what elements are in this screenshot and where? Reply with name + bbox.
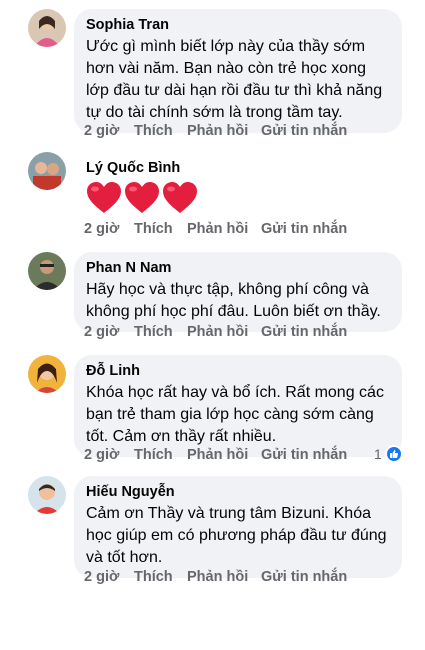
reply-button[interactable]: Phản hồi [187,221,248,237]
comment-time[interactable]: 2 giờ [84,221,119,237]
comment-bubble: Lý Quốc Bình [74,152,402,215]
heart-emoji-group [86,181,390,215]
comment-author[interactable]: Hiếu Nguyễn [86,483,390,501]
comment-time[interactable]: 2 giờ [84,447,119,463]
send-message-button[interactable]: Gửi tin nhắn [261,221,347,237]
reply-button[interactable]: Phản hồi [187,447,248,463]
reaction-summary[interactable]: 1 [374,445,403,463]
avatar[interactable] [28,355,66,393]
comment-text: Ước gì mình biết lớp này của thầy sớm hơ… [86,38,383,121]
comment-author[interactable]: Sophia Tran [86,16,390,34]
comment-author[interactable]: Đỗ Linh [86,362,390,380]
avatar[interactable] [28,9,66,47]
comment-bubble: Đỗ Linh Khóa học rất hay và bổ ích. Rất … [74,355,402,457]
heart-icon [124,181,160,215]
like-button[interactable]: Thích [134,447,173,463]
comment-text: Khóa học rất hay và bổ ích. Rất mong các… [86,384,384,445]
like-button[interactable]: Thích [134,123,173,139]
comment-text: Hãy học và thực tập, không phí công và k… [86,281,381,320]
comment-time[interactable]: 2 giờ [84,569,119,585]
avatar[interactable] [28,476,66,514]
reply-button[interactable]: Phản hồi [187,324,248,340]
comment-time[interactable]: 2 giờ [84,324,119,340]
comment-text: Cảm ơn Thầy và trung tâm Bizuni. Khóa họ… [86,505,387,566]
comment-time[interactable]: 2 giờ [84,123,119,139]
like-button[interactable]: Thích [134,324,173,340]
heart-icon [86,181,122,215]
like-reaction-icon [384,445,403,463]
send-message-button[interactable]: Gửi tin nhắn [261,447,347,463]
reply-button[interactable]: Phản hồi [187,569,248,585]
heart-icon [162,181,198,215]
comment-author[interactable]: Phan N Nam [86,259,390,277]
reaction-count: 1 [374,446,382,462]
comment-bubble: Hiếu Nguyễn Cảm ơn Thầy và trung tâm Biz… [74,476,402,578]
avatar[interactable] [28,252,66,290]
reply-button[interactable]: Phản hồi [187,123,248,139]
send-message-button[interactable]: Gửi tin nhắn [261,324,347,340]
comment-bubble: Phan N Nam Hãy học và thực tập, không ph… [74,252,402,332]
avatar[interactable] [28,152,66,190]
send-message-button[interactable]: Gửi tin nhắn [261,569,347,585]
send-message-button[interactable]: Gửi tin nhắn [261,123,347,139]
like-button[interactable]: Thích [134,221,173,237]
comment-author[interactable]: Lý Quốc Bình [86,159,390,177]
like-button[interactable]: Thích [134,569,173,585]
comment-bubble: Sophia Tran Ước gì mình biết lớp này của… [74,9,402,133]
